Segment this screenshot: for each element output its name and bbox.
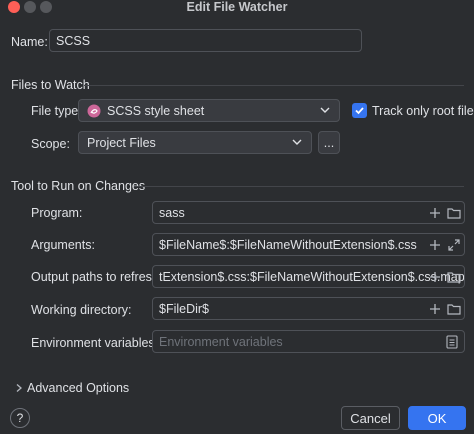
browse-folder-icon[interactable] <box>446 269 462 285</box>
name-label: Name: <box>11 35 48 49</box>
window-title: Edit File Watcher <box>186 0 288 14</box>
tool-heading: Tool to Run on Changes <box>11 179 146 193</box>
track-root-label[interactable]: Track only root files <box>372 104 474 118</box>
environment-variables-label: Environment variables: <box>31 336 159 350</box>
scope-more-button[interactable]: ... <box>318 131 340 154</box>
file-type-dropdown[interactable]: SCSS style sheet <box>78 99 340 122</box>
output-paths-field[interactable]: tExtension$.css:$FileNameWithoutExtensio… <box>152 265 465 288</box>
edit-list-icon[interactable] <box>444 334 460 350</box>
insert-macro-plus-icon[interactable] <box>427 237 443 253</box>
chevron-right-icon[interactable] <box>11 380 27 396</box>
file-type-value: SCSS style sheet <box>107 103 205 118</box>
environment-variables-field[interactable]: Environment variables <box>152 330 465 353</box>
working-directory-value: $FileDir$ <box>159 301 210 316</box>
track-root-checkbox[interactable] <box>352 103 367 118</box>
files-to-watch-heading: Files to Watch <box>11 78 90 92</box>
section-divider <box>134 186 464 187</box>
scope-value: Project Files <box>87 135 156 150</box>
help-button[interactable]: ? <box>10 408 30 428</box>
advanced-options-toggle[interactable]: Advanced Options <box>27 381 129 395</box>
arguments-label: Arguments: <box>31 238 95 252</box>
ok-button[interactable]: OK <box>408 406 466 430</box>
arguments-value: $FileName$:$FileNameWithoutExtension$.cs… <box>159 237 417 252</box>
chevron-down-icon <box>319 104 331 116</box>
checkmark-icon <box>354 105 365 116</box>
program-label: Program: <box>31 206 83 220</box>
browse-folder-icon[interactable] <box>446 205 462 221</box>
cancel-button[interactable]: Cancel <box>341 406 400 430</box>
scss-file-icon <box>87 104 101 118</box>
output-paths-label: Output paths to refresh: <box>31 270 163 284</box>
working-directory-label: Working directory: <box>31 303 132 317</box>
file-type-label: File type: <box>31 104 82 118</box>
working-directory-field[interactable]: $FileDir$ <box>152 297 465 320</box>
output-paths-value: tExtension$.css:$FileNameWithoutExtensio… <box>159 269 465 284</box>
chevron-down-icon <box>291 136 303 148</box>
insert-macro-plus-icon[interactable] <box>427 301 443 317</box>
expand-icon[interactable] <box>446 237 462 253</box>
insert-macro-plus-icon[interactable] <box>427 205 443 221</box>
name-field[interactable]: SCSS <box>49 29 362 52</box>
scope-dropdown[interactable]: Project Files <box>78 131 312 154</box>
arguments-field[interactable]: $FileName$:$FileNameWithoutExtension$.cs… <box>152 233 465 256</box>
environment-variables-placeholder: Environment variables <box>159 334 283 349</box>
section-divider <box>84 85 464 86</box>
browse-folder-icon[interactable] <box>446 301 462 317</box>
program-field[interactable]: sass <box>152 201 465 224</box>
scope-label: Scope: <box>31 137 70 151</box>
title-bar: Edit File Watcher <box>0 0 474 17</box>
program-value: sass <box>159 205 185 220</box>
insert-macro-plus-icon[interactable] <box>427 269 443 285</box>
